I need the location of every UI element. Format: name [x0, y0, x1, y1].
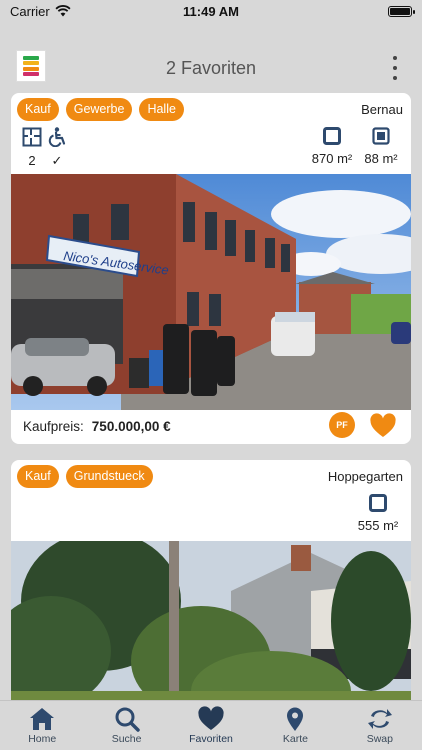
tag-list: Kauf Gewerbe Halle	[17, 98, 184, 121]
feature-living-area: 88 m²	[359, 127, 403, 166]
tag-badge: Grundstueck	[65, 465, 153, 488]
map-pin-icon	[287, 707, 304, 731]
battery-icon	[388, 5, 415, 17]
tag-badge: Kauf	[17, 98, 59, 121]
wifi-icon	[55, 5, 71, 17]
photo-illustration	[11, 541, 411, 720]
feature-plot-area: 870 m²	[309, 127, 355, 166]
more-options-button[interactable]	[390, 56, 400, 80]
tab-label: Home	[28, 733, 57, 745]
tag-badge: Gewerbe	[65, 98, 133, 121]
listing-location: Hoppegarten	[327, 469, 403, 484]
tab-label: Swap	[366, 733, 393, 745]
home-icon	[30, 708, 55, 730]
feature-value: 2	[28, 153, 36, 168]
status-bar: Carrier 11:49 AM	[0, 0, 422, 22]
feature-value: 555 m²	[357, 518, 399, 533]
pf-button[interactable]: PF	[329, 412, 355, 438]
listing-photo[interactable]	[11, 541, 411, 720]
feature-value: 88 m²	[364, 151, 398, 166]
floorplan-icon	[22, 127, 42, 147]
tag-badge: Halle	[139, 98, 184, 121]
feature-rooms: 2	[21, 127, 43, 168]
living-area-icon	[372, 127, 390, 145]
heart-icon	[198, 706, 224, 730]
price-row: Kaufpreis: 750.000,00 €	[23, 419, 171, 434]
feature-value: 870 m²	[311, 151, 353, 166]
carrier-label: Carrier	[10, 3, 50, 19]
tab-favorites[interactable]: Favoriten	[169, 701, 253, 750]
listing-location: Bernau	[361, 102, 403, 117]
feature-plot-area: 555 m²	[353, 494, 403, 533]
tab-label: Karte	[282, 733, 308, 745]
page-title: 2 Favoriten	[165, 58, 257, 78]
listing-card[interactable]: Kauf Grundstueck Hoppegarten 555 m²	[11, 460, 411, 720]
feature-accessible: ✓	[45, 127, 69, 169]
tab-map[interactable]: Karte	[253, 701, 337, 750]
plot-area-icon	[323, 127, 341, 145]
favorite-heart-icon[interactable]	[369, 412, 397, 440]
plot-area-icon	[369, 494, 387, 512]
price-value: 750.000,00 €	[91, 419, 171, 434]
tag-badge: Kauf	[17, 465, 59, 488]
tab-swap[interactable]: Swap	[338, 701, 422, 750]
tab-search[interactable]: Suche	[84, 701, 168, 750]
tab-bar: Home Suche Favoriten Karte Swap	[0, 700, 422, 750]
status-left: Carrier	[10, 4, 71, 19]
price-label: Kaufpreis:	[23, 419, 84, 434]
tab-home[interactable]: Home	[0, 701, 84, 750]
listing-photo[interactable]: Nico's Autoservice	[11, 174, 411, 410]
photo-illustration: Nico's Autoservice	[11, 174, 411, 410]
listing-card[interactable]: Kauf Gewerbe Halle Bernau 2 ✓ 870 m² 88 …	[11, 93, 411, 444]
swap-icon	[367, 709, 392, 729]
tab-label: Favoriten	[189, 733, 233, 745]
app-header: 2 Favoriten	[0, 48, 422, 88]
tag-list: Kauf Grundstueck	[17, 465, 153, 488]
wheelchair-icon	[48, 127, 66, 147]
tab-label: Suche	[111, 733, 142, 745]
search-icon	[115, 707, 140, 732]
feature-value: ✓	[51, 153, 63, 168]
